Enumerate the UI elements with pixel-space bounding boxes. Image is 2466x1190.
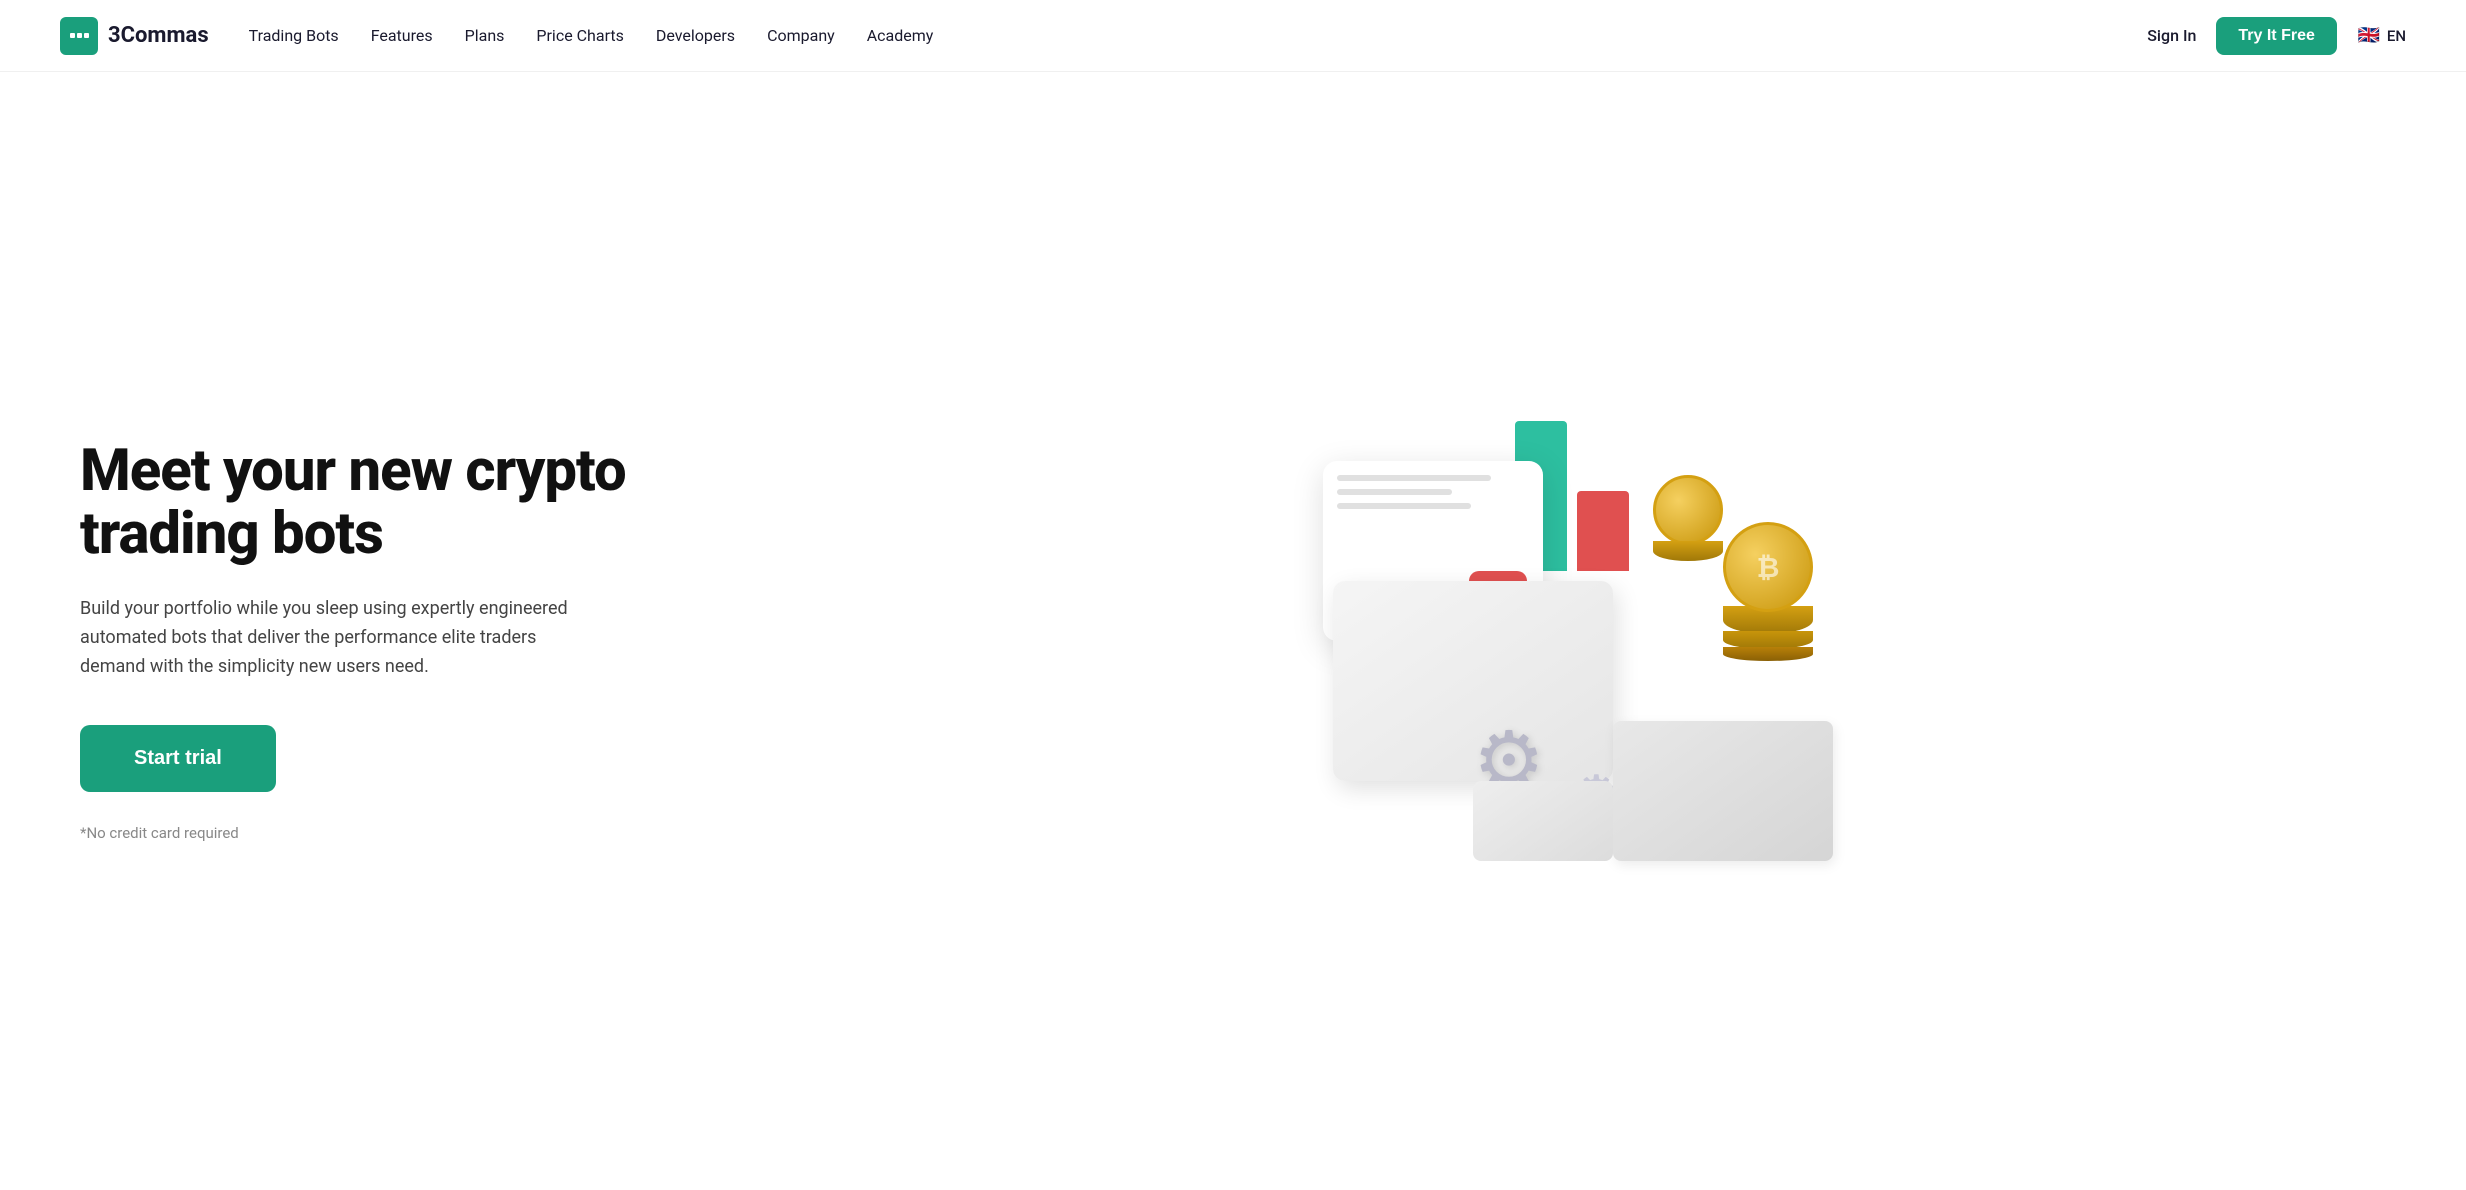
nav-links: Trading Bots Features Plans Price Charts… [249,26,934,45]
illustration-scene: ⚙ ⚙ [1273,381,1853,901]
nav-academy[interactable]: Academy [867,26,934,45]
coin-secondary [1653,475,1723,561]
right-platform-step [1473,781,1613,861]
hero-illustration: ⚙ ⚙ [720,361,2406,921]
hero-title: Meet your new crypto trading bots [80,440,680,568]
sign-in-button[interactable]: Sign In [2147,26,2196,45]
coin-secondary-face [1653,475,1723,545]
navbar: 3Commas Trading Bots Features Plans Pric… [0,0,2466,72]
nav-company[interactable]: Company [767,26,835,45]
flag-icon: 🇬🇧 [2357,28,2381,44]
try-free-button[interactable]: Try It Free [2216,17,2336,55]
coin-stack [1723,522,1813,661]
nav-plans[interactable]: Plans [465,26,505,45]
nav-developers[interactable]: Developers [656,26,735,45]
chart-line-1 [1337,475,1491,481]
bar-3 [1577,491,1629,571]
nav-price-charts[interactable]: Price Charts [536,26,623,45]
hero-content: Meet your new crypto trading bots Build … [80,440,680,843]
coin-disc-3 [1723,647,1813,661]
logo[interactable]: 3Commas [60,17,209,55]
coin-secondary-disc [1653,541,1723,561]
nav-features[interactable]: Features [371,26,433,45]
navbar-left: 3Commas Trading Bots Features Plans Pric… [60,17,933,55]
language-label: EN [2387,27,2406,45]
chart-lines [1337,475,1529,509]
nav-trading-bots[interactable]: Trading Bots [249,26,339,45]
hero-section: Meet your new crypto trading bots Build … [0,72,2466,1190]
start-trial-button[interactable]: Start trial [80,725,276,792]
language-selector[interactable]: 🇬🇧 EN [2357,27,2406,45]
coin-top [1723,522,1813,612]
no-credit-card-text: *No credit card required [80,824,680,842]
right-platform [1613,721,1833,861]
navbar-right: Sign In Try It Free 🇬🇧 EN [2147,17,2406,55]
chart-line-3 [1337,503,1471,509]
chart-line-2 [1337,489,1452,495]
logo-text: 3Commas [108,23,209,48]
logo-icon [60,17,98,55]
hero-description: Build your portfolio while you sleep usi… [80,595,600,681]
